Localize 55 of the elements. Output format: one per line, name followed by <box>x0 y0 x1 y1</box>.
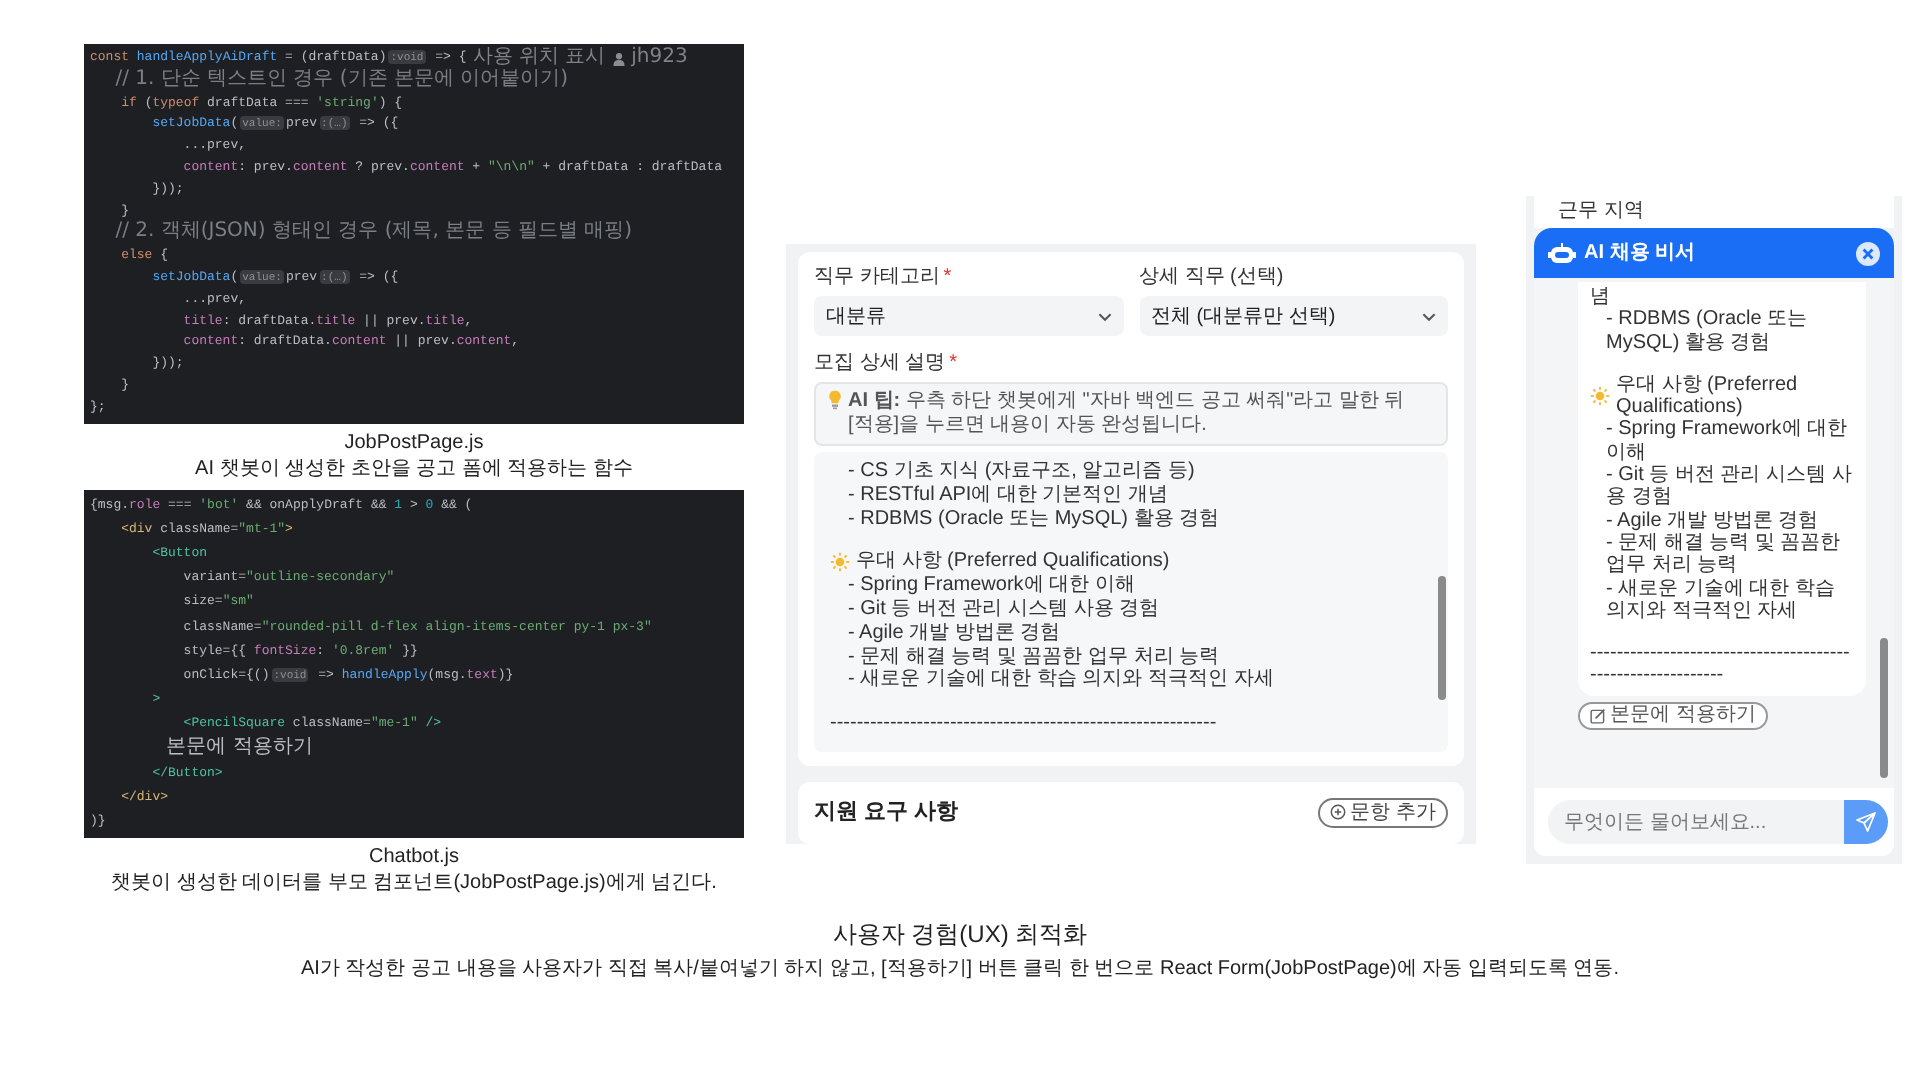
summary-text: AI가 작성한 공고 내용을 사용자가 직접 복사/붙여넣기 하지 않고, [적용하기] 버튼 클릭 한 번으로 React Form(JobPostPage)에 자동 입력되도록 연동. <box>299 956 1621 982</box>
textarea-line: 우대 사항 (Preferred Qualifications) <box>856 550 1170 575</box>
field-label: 직무 카테고리 * <box>814 266 954 290</box>
textarea-line: - CS 기초 지식 (자료구조, 알고리즘 등) <box>848 460 1195 484</box>
send-button[interactable] <box>1844 800 1888 844</box>
add-question-button[interactable]: 문항 추가 <box>1318 797 1448 828</box>
usage-hint[interactable]: 사용 위치 표시 <box>472 48 606 69</box>
message-line: - RDBMS (Oracle 또는 MySQL) 활용 경험 <box>1606 308 1810 354</box>
message-line: - 문제 해결 능력 및 꼼꼼한 업무 처리 능력 <box>1606 531 1843 578</box>
summary-title: 사용자 경험(UX) 최적화 <box>830 920 1090 950</box>
caret-icon <box>1097 311 1111 321</box>
select-field[interactable]: 대분류 <box>814 296 1123 336</box>
textarea-line: - 문제 해결 능력 및 꼼꼼한 업무 처리 능력 <box>848 645 1220 669</box>
divider-text: ----------------------------------------------------------- <box>1590 642 1852 688</box>
code-line: 본문에 적용하기 <box>164 737 313 762</box>
person-icon <box>611 51 626 66</box>
robot-icon <box>1548 241 1576 265</box>
message-line: - Spring Framework에 대한 이해 <box>1606 418 1850 465</box>
plus-circle-icon <box>1330 804 1347 821</box>
textarea-line: - Agile 개발 방법론 경험 <box>848 621 1061 646</box>
sun-icon <box>830 552 850 573</box>
caption: AI 챗봇이 생성한 초안을 공고 폼에 적용하는 함수 <box>193 455 635 482</box>
chat-input[interactable]: 무엇이든 물어보세요... <box>1548 800 1844 844</box>
code-line: // 1. 단순 텍스트인 경우 (기존 본문에 이어붙이기) <box>113 69 569 94</box>
apply-to-body-button[interactable]: 본문에 적용하기 <box>1578 701 1768 730</box>
file-caption: JobPostPage.js <box>342 429 486 456</box>
message-line: 우대 사항 (Preferred Qualifications) <box>1616 373 1800 419</box>
section-title: 지원 요구 사항 <box>814 798 959 828</box>
field-label: 모집 상세 설명 * <box>814 352 959 376</box>
field-label: 상세 직무 (선택) <box>1139 266 1286 290</box>
caret-icon <box>1422 311 1436 321</box>
select-field[interactable]: 전체 (대분류만 선택) <box>1139 296 1448 336</box>
field-label: 근무 지역 <box>1534 196 1894 228</box>
description-textarea[interactable] <box>814 452 1448 752</box>
message-line: - Git 등 버전 관리 시스템 사용 경험 <box>1606 464 1854 510</box>
caption: 챗봇이 생성한 데이터를 부모 컴포넌트(JobPostPage.js)에게 넘긴다. <box>109 870 719 897</box>
close-icon[interactable] <box>1856 241 1880 265</box>
divider-text: ---------------------------------------------------------- <box>830 712 1217 736</box>
message-line: - 새로운 기술에 대한 학습 의지와 적극적인 자세 <box>1606 577 1837 623</box>
textarea-line: - Spring Framework에 대한 이해 <box>848 574 1135 598</box>
send-icon <box>1856 812 1876 832</box>
message-line: 념 <box>1590 286 1612 309</box>
textarea-line: - RDBMS (Oracle 또는 MySQL) 활용 경험 <box>848 507 1220 531</box>
textarea-line: - 새로운 기술에 대한 학습 의지와 적극적인 자세 <box>848 668 1274 693</box>
chat-title: AI 채용 비서 <box>1584 240 1698 268</box>
tip-text: AI 팁: 우측 하단 챗봇에게 "자바 백엔드 공고 써줘"라고 말한 뒤 [적용]을 누르면 내용이 자동 완성됩니다. <box>848 390 1407 438</box>
file-caption: Chatbot.js <box>366 844 462 871</box>
sun-icon <box>1590 386 1610 407</box>
code-line: // 2. 객체(JSON) 형태인 경우 (제목, 본문 등 필드별 매핑) <box>113 222 633 247</box>
textarea-line: - RESTful API에 대한 기본적인 개념 <box>848 483 1169 508</box>
author-hint: jh923 <box>631 48 688 69</box>
message-line: - Agile 개발 방법론 경험 <box>1606 509 1821 532</box>
textarea-line: - Git 등 버전 관리 시스템 사용 경험 <box>848 597 1160 622</box>
pencil-square-icon <box>1590 707 1606 724</box>
lightbulb-icon <box>828 390 842 410</box>
